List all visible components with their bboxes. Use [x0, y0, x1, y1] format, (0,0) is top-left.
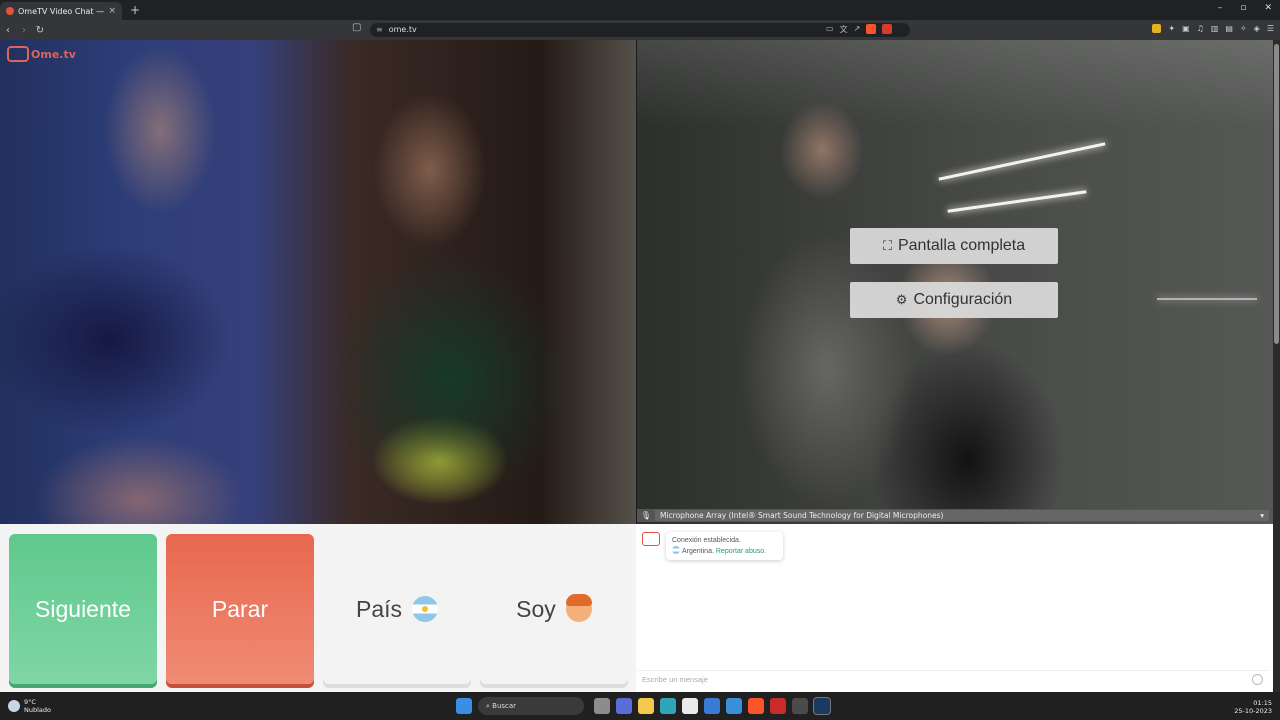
- browser-toolbar: ‹ › ↻ ▢ ≡ ome.tv ▭ 文 ↗ ✦ ▣ ♫ ▥ ▤ ✧ ◈ ☰: [0, 20, 1280, 40]
- page-scrollbar[interactable]: [1273, 40, 1280, 692]
- brave-shield-icon[interactable]: [866, 24, 877, 34]
- taskbar-search[interactable]: ⌕ Buscar: [478, 697, 584, 715]
- microphone-select[interactable]: Microphone Array (Intel® Smart Sound Tec…: [655, 510, 1269, 521]
- url-text: ome.tv: [388, 25, 417, 34]
- close-window-button[interactable]: ✕: [1264, 3, 1272, 13]
- shelf-light: [938, 142, 1106, 181]
- file-explorer-icon[interactable]: [638, 698, 654, 714]
- cloud-icon: [8, 700, 20, 712]
- browser-tab-strip: OmeTV Video Chat — Ome... × + – ▫ ✕: [0, 0, 1280, 20]
- system-message: Conexión establecida. Argentina. Reporta…: [666, 532, 783, 560]
- system-avatar-icon: [642, 532, 660, 546]
- boy-emoji-icon: [565, 594, 592, 622]
- weather-desc: Nublado: [24, 706, 51, 714]
- chat-panel: Conexión establecida. Argentina. Reporta…: [637, 524, 1273, 692]
- site-logo: Ome.tv: [7, 46, 76, 62]
- connection-status: Conexión establecida.: [672, 537, 741, 544]
- gender-button[interactable]: Soy: [480, 534, 628, 684]
- fullscreen-icon: ⛶: [882, 238, 892, 253]
- country-button[interactable]: País: [323, 534, 471, 684]
- next-button[interactable]: Siguiente: [9, 534, 157, 684]
- clock-time: 01:15: [1253, 699, 1272, 707]
- microphone-selected-value: Microphone Array (Intel® Smart Sound Tec…: [660, 511, 944, 520]
- microphone-icon: 🎙: [640, 511, 652, 520]
- reload-icon[interactable]: ↻: [32, 25, 48, 36]
- github-icon[interactable]: [792, 698, 808, 714]
- clock-date: 25-10-2023: [1234, 707, 1272, 715]
- window-controls: – ▫ ✕: [1218, 3, 1272, 13]
- security-icon[interactable]: [770, 698, 786, 714]
- fullscreen-button[interactable]: ⛶ Pantalla completa: [850, 228, 1058, 264]
- extensions-area: ✦ ▣ ♫ ▥ ▤ ✧ ◈ ☰: [1152, 24, 1274, 33]
- site-info-icon[interactable]: ≡: [376, 25, 383, 34]
- menu-icon[interactable]: ☰: [1267, 24, 1274, 33]
- chevron-down-icon: ▾: [1260, 511, 1264, 520]
- emoji-icon[interactable]: [1252, 674, 1263, 685]
- address-bar-actions: ▭ 文 ↗: [826, 24, 893, 35]
- scrollbar-thumb[interactable]: [1274, 44, 1279, 344]
- stop-label: Parar: [211, 595, 269, 622]
- vscode-icon[interactable]: [704, 698, 720, 714]
- puzzle-icon[interactable]: ✦: [1168, 24, 1175, 33]
- tab-title: OmeTV Video Chat — Ome...: [18, 6, 105, 16]
- gear-icon: ⚙: [895, 292, 908, 307]
- country-label: País: [355, 595, 403, 622]
- translate-icon[interactable]: 文: [840, 24, 848, 35]
- browser-tab[interactable]: OmeTV Video Chat — Ome... ×: [0, 2, 122, 20]
- logo-text: Ome.tv: [31, 47, 76, 61]
- minimize-button[interactable]: –: [1218, 3, 1223, 13]
- microphone-selector[interactable]: 🎙 Microphone Array (Intel® Smart Sound T…: [637, 509, 1269, 522]
- brave-icon[interactable]: [748, 698, 764, 714]
- copilot-icon[interactable]: [616, 698, 632, 714]
- edge-icon[interactable]: [660, 698, 676, 714]
- vpn-icon[interactable]: ◈: [1254, 24, 1260, 33]
- windows-start-icon[interactable]: [456, 698, 472, 714]
- weather-temp: 9°C: [24, 698, 36, 706]
- task-view-icon[interactable]: [594, 698, 610, 714]
- partner-country-line: Argentina. Reportar abuso.: [672, 546, 777, 557]
- next-label: Siguiente: [35, 595, 131, 622]
- brave-rewards-icon[interactable]: [882, 24, 893, 34]
- back-icon[interactable]: ‹: [0, 25, 16, 36]
- store-icon[interactable]: [682, 698, 698, 714]
- forward-icon[interactable]: ›: [16, 25, 32, 36]
- sidebar-icon[interactable]: ▥: [1211, 24, 1219, 33]
- gender-label: Soy: [516, 595, 556, 622]
- settings-button[interactable]: ⚙ Configuración: [850, 282, 1058, 318]
- argentina-flag-icon: [672, 546, 680, 554]
- bottom-panel: Siguiente Parar País Soy Conexión establ…: [0, 524, 1273, 692]
- control-buttons: Siguiente Parar País Soy: [0, 524, 636, 692]
- weather-widget[interactable]: 9°C Nublado: [8, 698, 51, 714]
- fullscreen-label: Pantalla completa: [897, 237, 1026, 254]
- screen-icon[interactable]: ▣: [1182, 24, 1190, 33]
- search-label: Buscar: [492, 702, 517, 710]
- steam-icon[interactable]: [813, 697, 831, 715]
- music-icon[interactable]: ♫: [1197, 24, 1204, 33]
- share-icon[interactable]: ↗: [854, 24, 861, 35]
- partner-country: Argentina.: [682, 548, 714, 555]
- settings-label: Configuración: [913, 291, 1013, 308]
- extension-icon[interactable]: [1152, 24, 1162, 33]
- chat-input[interactable]: Escribe un mensaje: [637, 670, 1269, 688]
- stop-button[interactable]: Parar: [166, 534, 314, 684]
- new-tab-button[interactable]: +: [130, 3, 140, 17]
- argentina-flag-icon: [412, 596, 439, 622]
- maximize-button[interactable]: ▫: [1240, 3, 1246, 13]
- shelf-light: [947, 190, 1087, 213]
- partner-video: Ome.tv: [0, 40, 636, 524]
- cast-icon[interactable]: ▭: [826, 24, 834, 35]
- mail-icon[interactable]: [726, 698, 742, 714]
- desk-edge: [1157, 298, 1257, 300]
- favicon-icon: [6, 7, 14, 15]
- leo-icon[interactable]: ✧: [1240, 24, 1247, 33]
- logo-camera-icon: [7, 46, 29, 62]
- bookmark-icon[interactable]: ▢: [352, 22, 361, 33]
- wallet-icon[interactable]: ▤: [1225, 24, 1233, 33]
- system-tray-clock[interactable]: 01:15 25-10-2023: [1234, 699, 1272, 715]
- chat-input-placeholder: Escribe un mensaje: [642, 675, 708, 684]
- taskbar-apps: ⌕ Buscar: [456, 697, 831, 715]
- tab-close-icon[interactable]: ×: [108, 6, 116, 16]
- windows-taskbar: 9°C Nublado ⌕ Buscar 01:15 25-10-2023: [0, 692, 1280, 720]
- report-abuse-link[interactable]: Reportar abuso.: [716, 548, 766, 555]
